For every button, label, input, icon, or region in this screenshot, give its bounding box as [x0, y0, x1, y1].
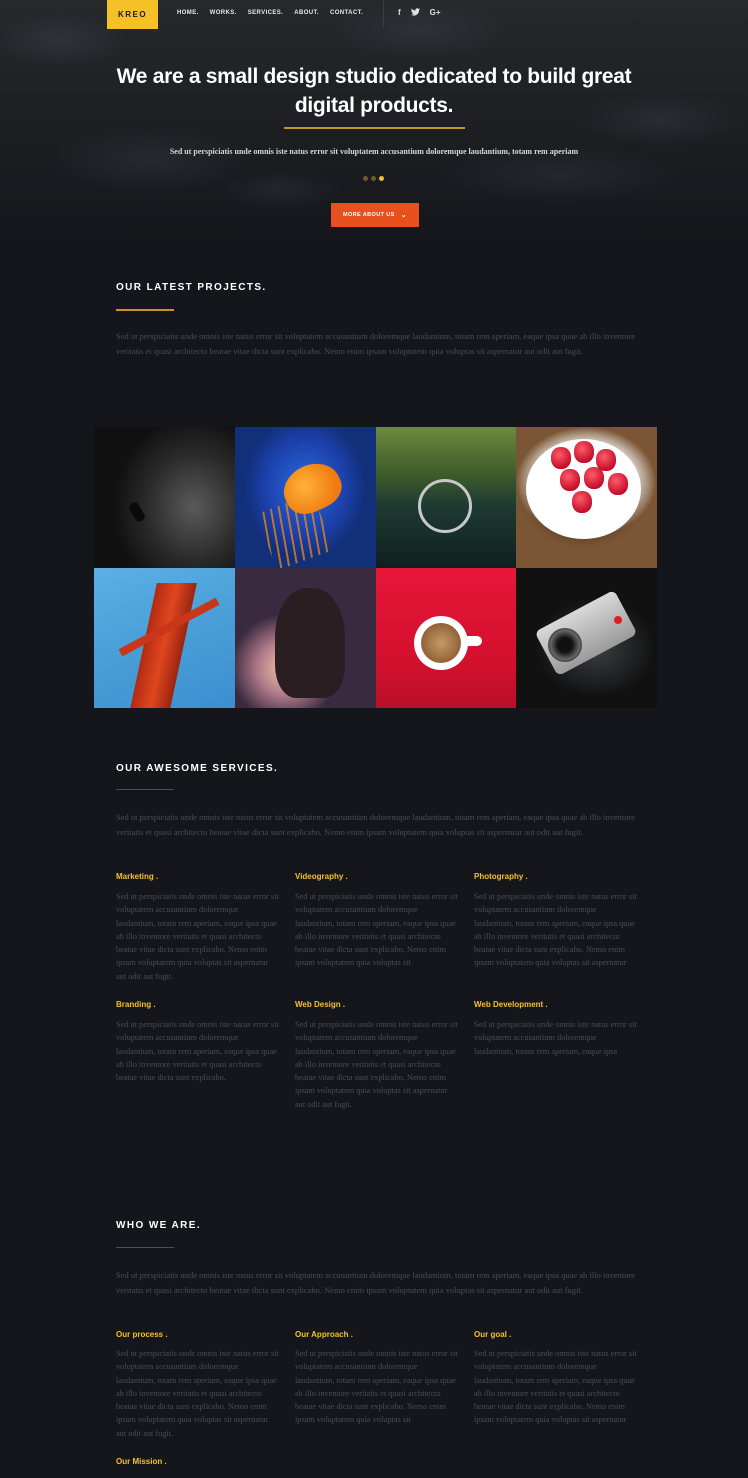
project-tile-jellyfish[interactable]: [234, 427, 376, 568]
project-gallery: [94, 427, 657, 708]
project-tile-diver[interactable]: [94, 427, 235, 568]
silhouette-shape: [274, 587, 345, 698]
twitter-icon[interactable]: [410, 8, 420, 18]
hero-section: KREO HOME. WORKS. SERVICES. ABOUT. CONTA…: [0, 0, 748, 250]
service-title-branding: Branding .: [116, 1000, 156, 1009]
slider-dot-1[interactable]: [363, 176, 368, 181]
coffee-shape: [420, 622, 461, 663]
slider-dot-3[interactable]: [379, 176, 384, 181]
about-text-process: Sed ut perspiciatis unde omnis iste natu…: [116, 1349, 279, 1438]
more-about-us-button[interactable]: MORE ABOUT US ⌄: [331, 203, 419, 227]
nav-item-home[interactable]: HOME.: [177, 10, 199, 16]
project-tile-bridge[interactable]: [94, 567, 235, 708]
social-links: f G+: [398, 8, 441, 18]
berry-shape: [608, 473, 629, 495]
about-divider: [116, 1247, 174, 1248]
camera-lens-shape: [548, 627, 583, 662]
cta-label: MORE ABOUT US: [342, 212, 395, 218]
service-text-branding: Sed ut perspiciatis unde omnis iste natu…: [116, 1020, 279, 1083]
berry-shape: [574, 441, 595, 463]
main-nav: HOME. WORKS. SERVICES. ABOUT. CONTACT.: [177, 10, 363, 16]
facebook-icon[interactable]: f: [398, 8, 401, 18]
chevron-down-icon: ⌄: [400, 212, 407, 219]
project-tile-camera[interactable]: [516, 567, 657, 708]
nav-divider: [383, 0, 384, 28]
steering-wheel-shape: [417, 479, 472, 533]
project-tile-raspberries[interactable]: [516, 427, 657, 568]
nav-item-contact[interactable]: CONTACT.: [330, 10, 363, 16]
projects-title: OUR LATEST PROJECTS.: [116, 282, 267, 293]
project-tile-coffee[interactable]: [375, 567, 517, 708]
hero-title-line2: digital products.: [294, 94, 454, 117]
google-plus-icon[interactable]: G+: [430, 8, 441, 18]
about-title-process: Our process .: [116, 1330, 168, 1339]
logo[interactable]: KREO: [107, 0, 158, 29]
service-text-web-design: Sed ut perspiciatis unde omnis iste natu…: [295, 1020, 458, 1109]
service-title-photography: Photography .: [474, 872, 528, 881]
about-text-approach: Sed ut perspiciatis unde omnis iste natu…: [295, 1349, 458, 1425]
berry-shape: [572, 491, 593, 513]
projects-intro: Sed ut perspiciatis unde omnis iste natu…: [116, 331, 636, 356]
project-tile-woman[interactable]: [234, 567, 376, 708]
service-text-videography: Sed ut perspiciatis unde omnis iste natu…: [295, 892, 458, 968]
hero-subtitle: Sed ut perspiciatis unde omnis iste natu…: [169, 147, 579, 156]
hero-title-line1: We are a small design studio dedicated t…: [116, 65, 632, 88]
service-title-marketing: Marketing .: [116, 872, 159, 881]
about-text-goal: Sed ut perspiciatis unde omnis iste natu…: [474, 1349, 637, 1425]
slider-dot-2[interactable]: [371, 176, 376, 181]
nav-item-about[interactable]: ABOUT.: [294, 10, 319, 16]
about-title-approach: Our Approach .: [295, 1330, 353, 1339]
service-title-videography: Videography .: [295, 872, 348, 881]
projects-divider: [116, 309, 174, 311]
diver-shape: [127, 500, 147, 524]
nav-item-works[interactable]: WORKS.: [210, 10, 237, 16]
project-tile-car[interactable]: [375, 427, 517, 568]
service-title-web-design: Web Design .: [295, 1000, 346, 1009]
berry-shape: [551, 447, 572, 469]
about-title-goal: Our goal .: [474, 1330, 512, 1339]
camera-button-shape: [614, 615, 623, 624]
hero-divider: [284, 127, 465, 129]
service-title-web-development: Web Development .: [474, 1000, 548, 1009]
hero-title: We are a small design studio dedicated t…: [84, 62, 664, 120]
services-intro: Sed ut perspiciatis unde omnis iste natu…: [116, 812, 636, 837]
camera-body-shape: [534, 589, 638, 676]
services-title: OUR AWESOME SERVICES.: [116, 763, 279, 774]
berry-shape: [560, 469, 581, 491]
service-text-photography: Sed ut perspiciatis unde omnis iste natu…: [474, 892, 637, 968]
about-intro: Sed ut perspiciatis unde omnis iste natu…: [116, 1270, 636, 1295]
service-text-marketing: Sed ut perspiciatis unde omnis iste natu…: [116, 892, 279, 981]
slider-dots: [363, 176, 384, 181]
about-title-mission: Our Mission .: [116, 1457, 167, 1466]
nav-item-services[interactable]: SERVICES.: [248, 10, 284, 16]
about-title: WHO WE ARE.: [116, 1220, 202, 1231]
service-text-web-development: Sed ut perspiciatis unde omnis iste natu…: [474, 1020, 637, 1056]
berry-shape: [584, 467, 605, 489]
services-divider: [116, 789, 174, 790]
